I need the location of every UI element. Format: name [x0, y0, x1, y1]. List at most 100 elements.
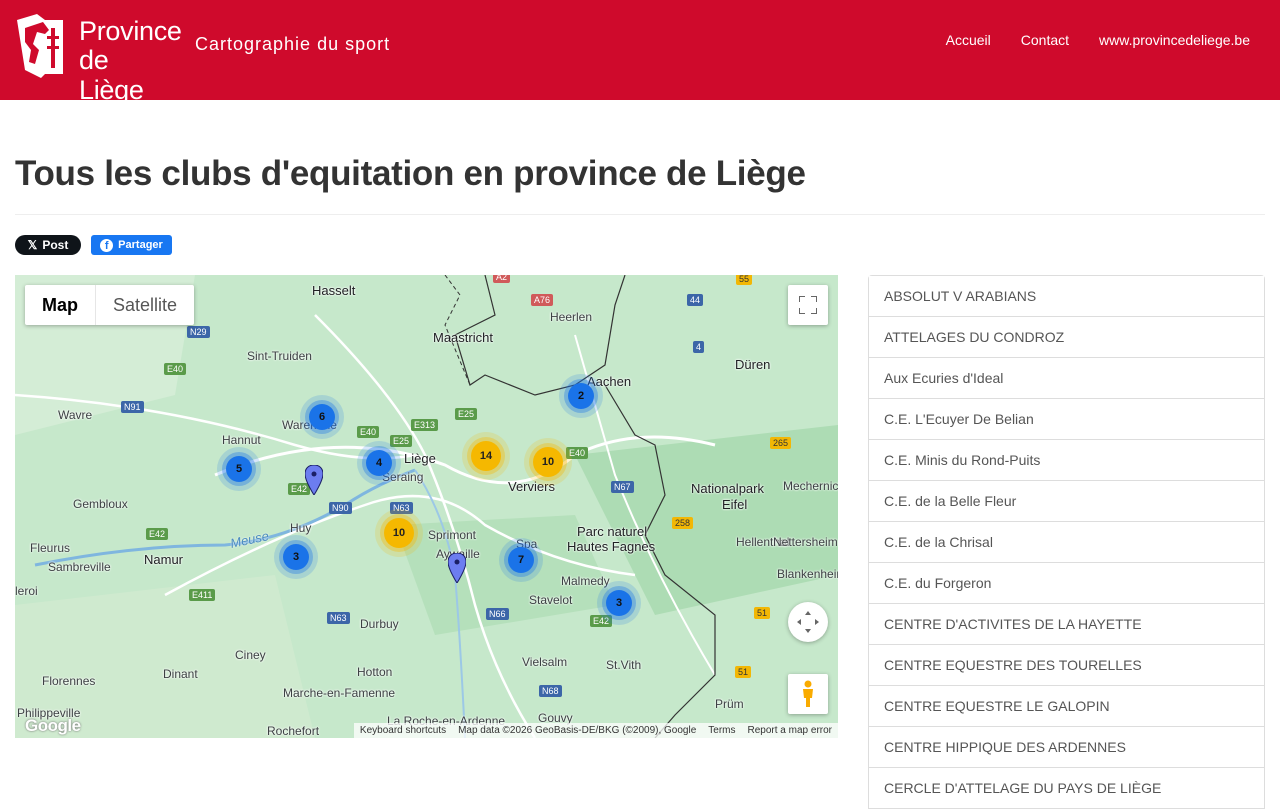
map-base-layer: [15, 275, 838, 738]
road-shield: N90: [329, 502, 352, 514]
road-shield: N67: [611, 481, 634, 493]
map-place-label: Gembloux: [73, 497, 128, 511]
terms-link[interactable]: Terms: [708, 725, 735, 736]
logo-text-line2: de Liège: [79, 45, 144, 105]
map-type-map-button[interactable]: Map: [25, 285, 96, 325]
keyboard-shortcuts-link[interactable]: Keyboard shortcuts: [360, 725, 446, 736]
map-place-label: Hasselt: [312, 283, 356, 298]
map-place-label: Aachen: [587, 374, 632, 389]
camera-control-button[interactable]: [788, 602, 828, 642]
map-cluster[interactable]: 4: [366, 450, 392, 476]
nav-link-website[interactable]: www.provincedeliege.be: [1099, 32, 1250, 48]
camera-control-icon: [797, 611, 819, 633]
pegman-icon: [803, 680, 813, 707]
fullscreen-icon: [799, 296, 817, 314]
map-place-label: Dinant: [163, 667, 198, 681]
road-shield: E42: [590, 615, 613, 627]
map-place-label: Prüm: [715, 697, 744, 711]
road-shield: E42: [146, 528, 169, 540]
club-list-item[interactable]: ABSOLUT V ARABIANS: [869, 276, 1264, 317]
map-place-label: St.Vith: [606, 658, 642, 672]
road-shield: N29: [187, 326, 210, 338]
map-place-label: Huy: [290, 521, 312, 535]
road-shield: N63: [390, 502, 413, 514]
map-attribution: Keyboard shortcuts Map data ©2026 GeoBas…: [353, 723, 838, 738]
road-shield: 44: [687, 294, 704, 306]
road-shield: 258: [672, 517, 694, 529]
map-cluster[interactable]: 5: [226, 456, 252, 482]
map-place-label: leroi: [15, 584, 38, 598]
x-logo-icon: 𝕏: [27, 238, 38, 252]
map-place-label: Heerlen: [550, 310, 593, 324]
map-place-label: Sambreville: [48, 560, 111, 574]
map-data-credit: Map data ©2026 GeoBasis-DE/BKG (©2009), …: [458, 725, 697, 736]
road-shield: A2: [493, 275, 511, 283]
club-list-item[interactable]: C.E. de la Chrisal: [869, 522, 1264, 563]
map-cluster[interactable]: 2: [568, 383, 594, 409]
map-place-label: Eifel: [722, 497, 748, 512]
province-emblem-icon: [17, 14, 63, 78]
map-cluster[interactable]: 6: [309, 404, 335, 430]
map-marker-icon[interactable]: [448, 553, 466, 583]
map-cluster[interactable]: 7: [508, 547, 534, 573]
nav-link-contact[interactable]: Contact: [1021, 32, 1069, 48]
street-view-pegman-button[interactable]: [788, 674, 828, 714]
clubs-map[interactable]: Hasselt Maastricht Heerlen Aachen Düren …: [15, 275, 838, 738]
map-place-label: Ciney: [235, 648, 266, 662]
club-list-item[interactable]: C.E. du Forgeron: [869, 563, 1264, 604]
map-place-label: Nettersheim: [773, 535, 838, 549]
page-title: Tous les clubs d'equitation en province …: [15, 154, 806, 193]
club-list-item[interactable]: C.E. Minis du Rond-Puits: [869, 440, 1264, 481]
province-logo[interactable]: Province de Liège: [15, 14, 182, 105]
road-shield: 51: [735, 666, 752, 678]
map-place-label: Florennes: [42, 674, 96, 688]
facebook-logo-icon: f: [100, 238, 114, 252]
map-place-label: Liège: [404, 451, 436, 466]
road-shield: 4: [693, 341, 705, 353]
club-list-item[interactable]: CENTRE EQUESTRE LE GALOPIN: [869, 686, 1264, 727]
map-place-label: Düren: [735, 357, 771, 372]
report-map-error-link[interactable]: Report a map error: [748, 725, 832, 736]
map-place-label: Maastricht: [433, 330, 493, 345]
club-list-item[interactable]: CENTRE HIPPIQUE DES ARDENNES: [869, 727, 1264, 768]
map-place-label: Blankenheim: [777, 567, 838, 581]
x-post-button[interactable]: 𝕏 Post: [15, 235, 81, 255]
club-list-item[interactable]: Aux Ecuries d'Ideal: [869, 358, 1264, 399]
road-shield: 55: [736, 275, 753, 285]
road-shield: E40: [566, 447, 589, 459]
club-list-item[interactable]: ATTELAGES DU CONDROZ: [869, 317, 1264, 358]
road-shield: 265: [770, 437, 792, 449]
map-cluster[interactable]: 10: [533, 447, 563, 477]
road-shield: N66: [486, 608, 509, 620]
club-list-item[interactable]: C.E. de la Belle Fleur: [869, 481, 1264, 522]
club-list-item[interactable]: CERCLE D'ATTELAGE DU PAYS DE LIÈGE: [869, 768, 1264, 809]
map-place-label: Namur: [144, 552, 184, 567]
map-cluster[interactable]: 10: [384, 518, 414, 548]
title-divider: [15, 214, 1265, 215]
fullscreen-button[interactable]: [788, 285, 828, 325]
facebook-share-label: Partager: [118, 239, 163, 251]
map-place-label: Parc naturel: [577, 524, 648, 539]
map-place-label: Mechernich: [783, 479, 838, 493]
map-cluster[interactable]: 3: [606, 590, 632, 616]
road-shield: N68: [539, 685, 562, 697]
nav-link-accueil[interactable]: Accueil: [946, 32, 991, 48]
club-list-item[interactable]: C.E. L'Ecuyer De Belian: [869, 399, 1264, 440]
road-shield: E40: [164, 363, 187, 375]
club-list-item[interactable]: CENTRE EQUESTRE DES TOURELLES: [869, 645, 1264, 686]
road-shield: E411: [189, 589, 216, 601]
map-cluster[interactable]: 14: [471, 441, 501, 471]
map-cluster[interactable]: 3: [283, 544, 309, 570]
facebook-share-button[interactable]: f Partager: [91, 235, 172, 255]
road-shield: A76: [531, 294, 554, 306]
road-shield: E313: [411, 419, 439, 431]
map-marker-icon[interactable]: [305, 465, 323, 495]
map-type-satellite-button[interactable]: Satellite: [96, 285, 194, 325]
club-list-item[interactable]: CENTRE D'ACTIVITES DE LA HAYETTE: [869, 604, 1264, 645]
map-place-label: Malmedy: [561, 574, 610, 588]
map-place-label: Sint-Truiden: [247, 349, 312, 363]
road-shield: E40: [357, 426, 380, 438]
club-list: ABSOLUT V ARABIANS ATTELAGES DU CONDROZ …: [868, 275, 1265, 809]
map-place-label: Hannut: [222, 433, 261, 447]
google-logo: Google: [25, 716, 81, 735]
